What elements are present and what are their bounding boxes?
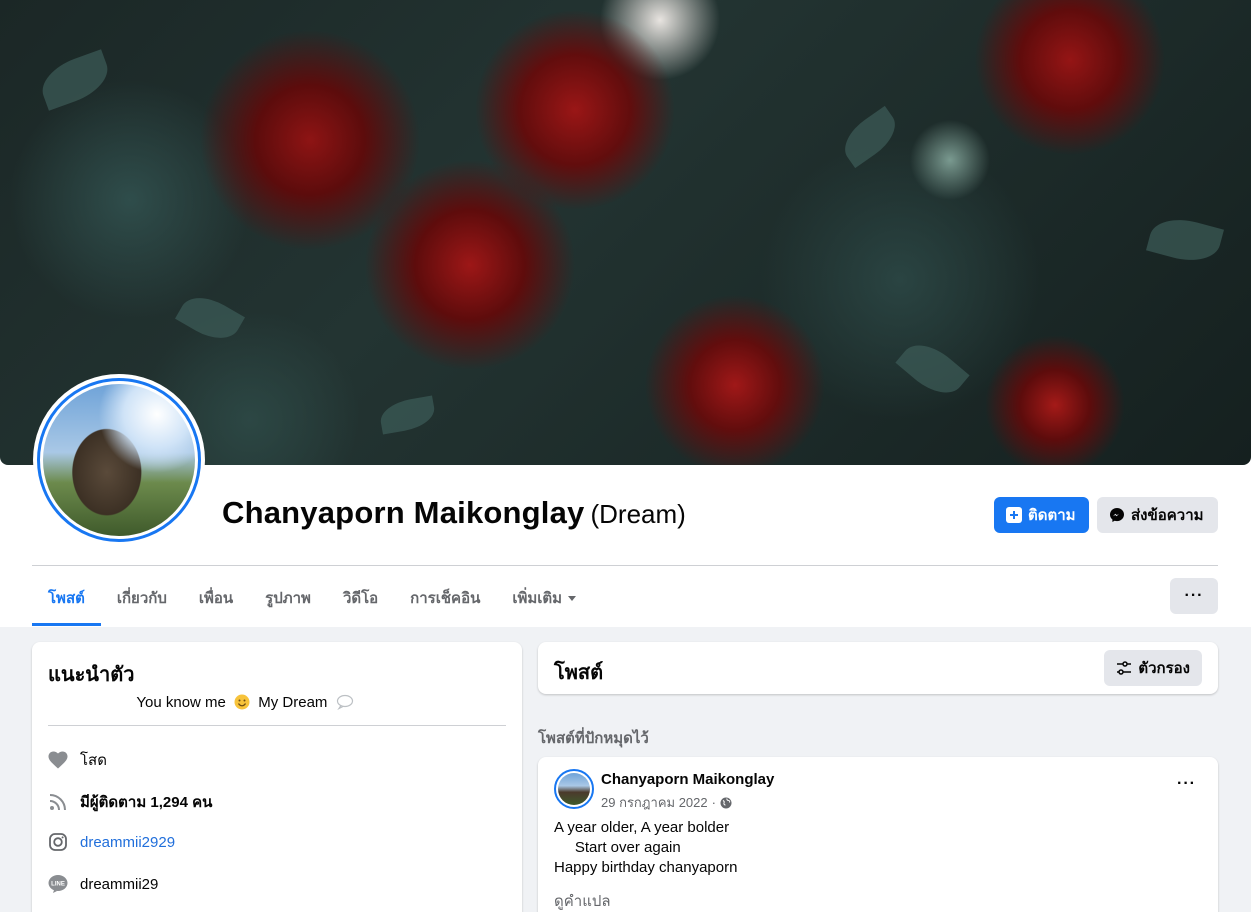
tab-about[interactable]: เกี่ยวกับ — [101, 569, 183, 626]
speech-bubble-icon — [336, 694, 353, 711]
instagram-icon — [48, 832, 68, 852]
intro-card: แนะนำตัว — [32, 642, 522, 912]
smiley-emoji-icon — [234, 694, 250, 710]
followers-count: 1,294 คน — [150, 794, 213, 811]
intro-bio: You know me My Dream — [16, 694, 474, 711]
line-icon: LINE — [48, 874, 68, 894]
relationship-status: โสด — [80, 752, 107, 769]
posts-title: โพสต์ — [554, 662, 604, 684]
tab-label: เกี่ยวกับ — [116, 589, 167, 607]
tab-label: รูปภาพ — [265, 589, 311, 607]
see-translation-link[interactable]: ดูคำแปล — [554, 889, 611, 912]
follow-icon — [1006, 507, 1022, 523]
more-dots-icon: ··· — [1184, 587, 1204, 604]
bio-text: You know me — [136, 694, 226, 711]
filter-button-label: ตัวกรอง — [1138, 660, 1190, 677]
pinned-post: Chanyaporn Maikonglay 29 กรกฎาคม 2022 · … — [538, 757, 1218, 912]
post-author-avatar[interactable] — [554, 769, 594, 809]
rss-icon — [48, 792, 68, 812]
profile-tabs: โพสต์ เกี่ยวกับ เพื่อน รูปภาพ วิดีโอ การ… — [32, 569, 592, 626]
tab-friends[interactable]: เพื่อน — [183, 569, 249, 626]
post-author[interactable]: Chanyaporn Maikonglay — [601, 771, 774, 788]
post-date[interactable]: 29 กรกฎาคม 2022 — [601, 792, 708, 813]
post-text: A year older, A year bolder Start over a… — [554, 818, 737, 878]
profile-alt-name: (Dream) — [590, 499, 686, 529]
profile-name: Chanyaporn Maikonglay — [222, 495, 585, 530]
tab-label: เพิ่มเติม — [512, 589, 563, 607]
globe-icon — [720, 797, 732, 808]
tab-label: เพื่อน — [198, 589, 234, 607]
line-row: LINE dreammii29 — [48, 874, 158, 894]
posts-header-card: โพสต์ ตัวกรอง — [538, 642, 1218, 694]
post-options-button[interactable]: ··· — [1177, 775, 1196, 793]
heart-icon — [48, 750, 68, 770]
followers-prefix: มีผู้ติดตาม — [80, 794, 147, 811]
instagram-row: dreammii2929 — [48, 832, 175, 852]
post-text-line: Start over again — [554, 839, 681, 856]
tab-checkins[interactable]: การเช็คอิน — [394, 569, 496, 626]
intro-divider — [48, 725, 506, 726]
svg-text:LINE: LINE — [51, 882, 65, 888]
profile-more-button[interactable]: ··· — [1170, 578, 1218, 614]
follow-button[interactable]: ติดตาม — [994, 497, 1089, 533]
pinned-posts-label: โพสต์ที่ปักหมุดไว้ — [538, 730, 649, 747]
profile-header: Chanyaporn Maikonglay (Dream) ติดตาม ส่งข… — [0, 0, 1251, 627]
relationship-row: โสด — [48, 748, 107, 772]
bio-text: My Dream — [258, 694, 328, 711]
tab-photos[interactable]: รูปภาพ — [249, 569, 327, 626]
post-text-line: A year older, A year bolder — [554, 819, 730, 836]
follow-button-label: ติดตาม — [1028, 507, 1076, 524]
intro-title: แนะนำตัว — [48, 664, 135, 686]
cover-photo[interactable] — [0, 0, 1251, 465]
profile-avatar[interactable] — [33, 374, 205, 546]
profile-name-row: Chanyaporn Maikonglay (Dream) — [222, 495, 686, 531]
filter-button[interactable]: ตัวกรอง — [1104, 650, 1202, 686]
followers-text[interactable]: มีผู้ติดตาม 1,294 คน — [80, 790, 212, 814]
instagram-link[interactable]: dreammii2929 — [80, 834, 175, 851]
filter-icon — [1117, 661, 1132, 675]
tab-label: วิดีโอ — [342, 589, 379, 607]
more-dots-icon: ··· — [1177, 775, 1196, 792]
tab-posts[interactable]: โพสต์ — [32, 569, 101, 626]
tab-videos[interactable]: วิดีโอ — [327, 569, 394, 626]
meta-separator: · — [711, 795, 716, 810]
line-id: dreammii29 — [80, 875, 159, 893]
post-meta: 29 กรกฎาคม 2022 · — [601, 792, 732, 813]
followers-row: มีผู้ติดตาม 1,294 คน — [48, 790, 212, 814]
tab-label: การเช็คอิน — [410, 589, 481, 607]
caret-down-icon — [568, 596, 577, 601]
message-button-label: ส่งข้อความ — [1131, 507, 1204, 524]
message-button[interactable]: ส่งข้อความ — [1097, 497, 1218, 533]
messenger-icon — [1110, 508, 1124, 522]
header-divider — [32, 565, 1218, 566]
post-text-line: Happy birthday chanyaporn — [554, 859, 738, 876]
tab-more[interactable]: เพิ่มเติม — [496, 569, 592, 626]
tab-label: โพสต์ — [48, 589, 85, 607]
